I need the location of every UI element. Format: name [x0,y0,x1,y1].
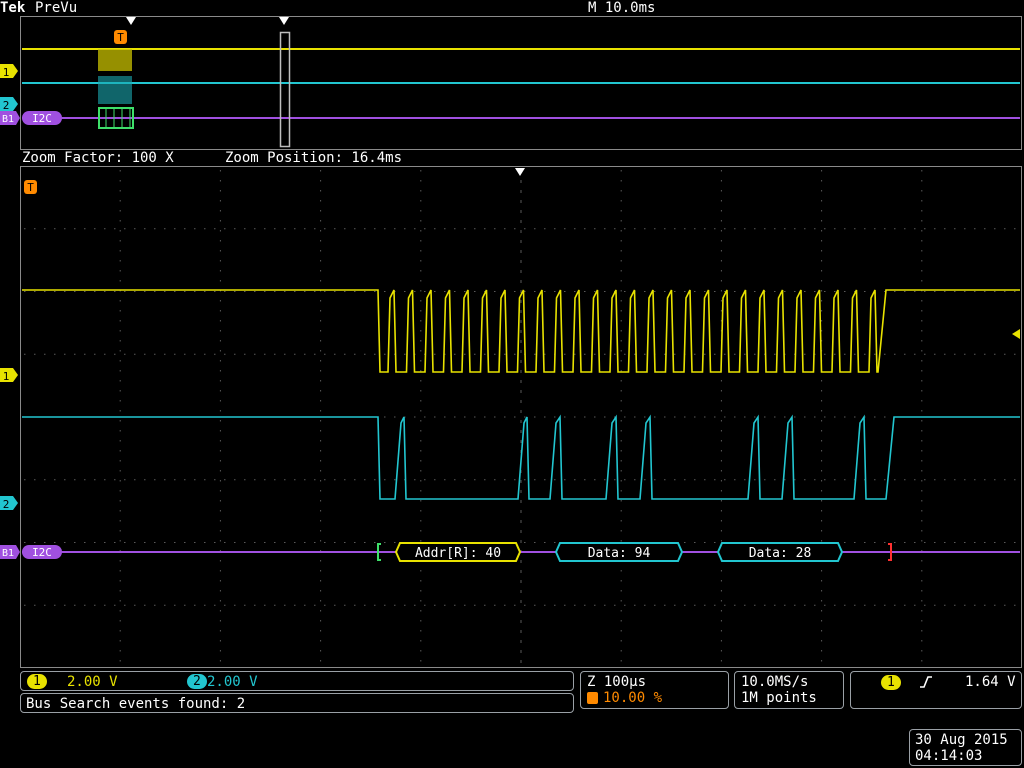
overview-ch1-marker[interactable]: 1 [0,64,18,79]
decode-packet-data-2-label: Data: 28 [749,546,812,561]
rising-edge-icon [920,676,932,688]
overview-ch2-burst [98,76,132,104]
time-label: 04:14:03 [915,748,983,764]
decode-packet-data-2[interactable]: Data: 28 [716,542,844,562]
ch2-scale-chip: 2 [187,674,207,689]
trigger-level-value: 1.64 V [965,674,1016,690]
ch1-ground-marker-label: 1 [3,370,10,383]
zoom-graticule[interactable]: T Addr[R]: 40 Data: 94 Data: 28 1 2 B1 I… [0,166,1024,670]
date-label: 30 Aug 2015 [915,732,1008,748]
timebase-label: M 10.0ms [588,0,656,16]
ch2-scale-value: 2.00 V [207,674,258,690]
sample-rate: 10.0MS/s [741,674,809,690]
overview-ch2-marker[interactable]: 2 [0,97,18,112]
mode-label: PreVu [35,0,78,16]
bus-marker[interactable]: B1 I2C [0,545,62,559]
overview-panel[interactable]: T 1 2 B1 I2C [0,16,1024,150]
decode-packet-addr-label: Addr[R]: 40 [415,546,501,561]
overview-trigger-marker-label: T [117,31,124,44]
record-length: 1M points [741,690,817,706]
trigger-position-value: 10.00 % [603,690,663,706]
trigger-readout[interactable]: 1 1.64 V [850,671,1022,709]
zoom-factor-label: Zoom Factor: 100 X [22,150,174,166]
zoom-position-label: Zoom Position: 16.4ms [225,150,403,166]
bus-search-events: Bus Search events found: 2 [26,696,246,712]
horizontal-scale: Z 100µs [587,674,647,690]
zoom-trigger-marker-label: T [27,181,34,194]
overview-ch1-burst [98,49,132,71]
brand-label: Tek [0,0,26,16]
trigger-channel-chip: 1 [881,675,901,690]
ch2-ground-marker[interactable]: 2 [0,496,18,511]
ch2-ground-marker-label: 2 [3,498,10,511]
decode-packet-data-1-label: Data: 94 [588,546,651,561]
ch1-scale-value: 2.00 V [67,674,118,690]
bus-search-readout[interactable]: Bus Search events found: 2 [20,693,574,713]
overview-bus-marker[interactable]: B1 I2C [0,111,62,125]
decode-packet-data-1[interactable]: Data: 94 [554,542,684,562]
channel-scale-readout[interactable]: 1 2.00 V 2 2.00 V [20,671,574,691]
ch1-scale-chip: 1 [27,674,47,689]
bus-marker-label: B1 [2,548,14,559]
overview-ch1-marker-label: 1 [3,66,10,79]
overview-bus-label: I2C [32,112,52,125]
top-bar: Tek PreVu M 10.0ms [0,0,1024,16]
decode-packet-addr[interactable]: Addr[R]: 40 [394,542,522,562]
horizontal-readout[interactable]: Z 100µs 10.00 % [580,671,729,709]
datetime-readout: 30 Aug 2015 04:14:03 [909,729,1022,766]
bus-type-label: I2C [32,546,52,559]
overview-bus-marker-label: B1 [2,114,14,125]
overview-ch2-marker-label: 2 [3,99,10,112]
trigger-position-icon [587,692,598,704]
ch1-ground-marker[interactable]: 1 [0,368,18,383]
acquisition-readout[interactable]: 10.0MS/s 1M points [734,671,844,709]
